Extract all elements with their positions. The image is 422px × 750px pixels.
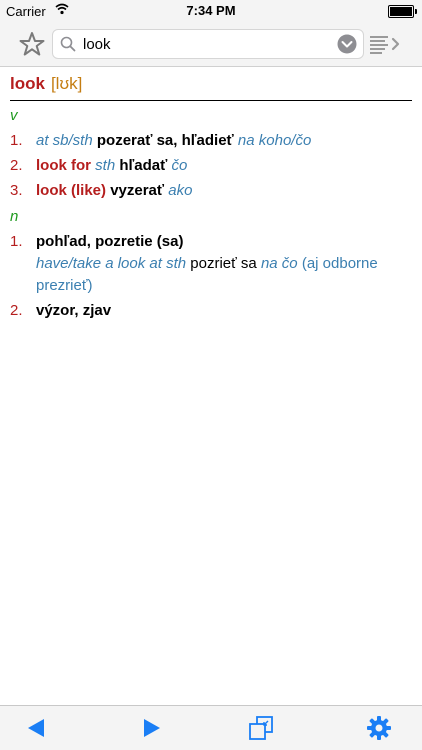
dictionary-entry: look [lʊk] v 1. at sb/sth pozerať sa, hľa…: [10, 74, 412, 322]
part-of-speech-noun: n: [10, 208, 19, 225]
sense-number: 2.: [10, 157, 23, 174]
sense-item: 3. look (like) vyzerať ako: [10, 180, 412, 202]
part-of-speech-verb: v: [10, 107, 18, 124]
status-bar: Carrier 7:34 PM: [0, 0, 422, 22]
forward-arrow-icon[interactable]: [138, 715, 164, 741]
sense-translation: hľadať: [119, 157, 168, 174]
search-icon: [60, 36, 76, 52]
search-field[interactable]: look: [52, 29, 364, 59]
chevron-down-icon[interactable]: [337, 34, 357, 54]
clock: 7:34 PM: [186, 3, 236, 18]
search-toolbar: look: [0, 22, 422, 67]
sense-context: sth: [95, 157, 116, 174]
example-translation: pozrieť sa: [190, 255, 257, 272]
sense-number: 1.: [10, 233, 23, 250]
sense-translation: pohľad, pozretie (sa): [36, 233, 184, 250]
sense-item: 2. look for sth hľadať čo: [10, 155, 412, 177]
sense-translation: vyzerať: [110, 182, 165, 199]
sense-translation: pozerať sa, hľadieť: [96, 132, 234, 149]
pronunciation: [lʊk]: [50, 74, 83, 93]
sense-object: na koho/čo: [237, 132, 312, 149]
headword: look: [10, 74, 45, 93]
sense-phrase: look (like): [36, 182, 107, 199]
copy-windows-icon[interactable]: [248, 715, 274, 741]
sense-context: at sb/sth: [36, 132, 93, 149]
sense-item: 1. at sb/sth pozerať sa, hľadieť na koho…: [10, 130, 412, 152]
sense-translation: výzor, zjav: [36, 302, 112, 319]
sense-number: 3.: [10, 182, 23, 199]
sense-item: 2. výzor, zjav: [10, 300, 412, 322]
sense-phrase: look for: [36, 157, 91, 174]
gear-icon[interactable]: [366, 715, 392, 741]
star-icon[interactable]: [18, 30, 46, 58]
sense-number: 1.: [10, 132, 23, 149]
sense-item: 1. pohľad, pozretie (sa) have/take a loo…: [10, 231, 412, 297]
bottom-toolbar: [0, 705, 422, 750]
example-phrase: have/take a look at sth: [36, 255, 187, 272]
headword-row: look [lʊk]: [10, 74, 412, 101]
sense-number: 2.: [10, 302, 23, 319]
back-arrow-icon[interactable]: [24, 715, 50, 741]
sense-object: ako: [168, 182, 193, 199]
list-forward-icon[interactable]: [368, 30, 404, 58]
search-input[interactable]: look: [83, 36, 111, 53]
sense-object: čo: [171, 157, 188, 174]
battery-icon: [388, 5, 417, 18]
example-object: na čo: [260, 255, 298, 272]
